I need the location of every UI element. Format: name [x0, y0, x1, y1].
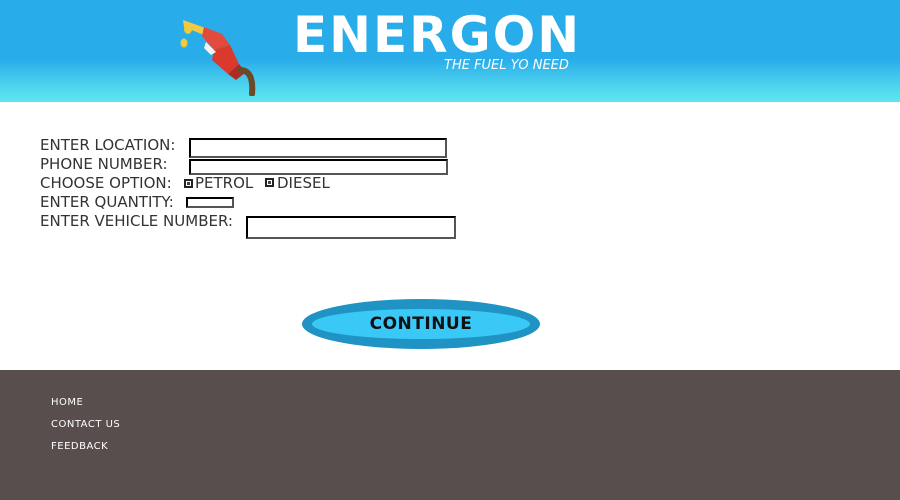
petrol-radio[interactable] — [184, 179, 193, 188]
site-tagline: THE FUEL YO NEED — [444, 58, 569, 73]
page: ENERGON THE FUEL YO NEED ENTER LOCATION:… — [0, 0, 900, 500]
footer-link-feedback[interactable]: FEEDBACK — [51, 441, 108, 452]
petrol-label: PETROL — [195, 174, 254, 192]
footer-link-contact-us[interactable]: CONTACT US — [51, 419, 120, 430]
phone-input[interactable] — [189, 159, 448, 175]
location-input[interactable] — [189, 138, 447, 158]
fuel-pump-nozzle-icon — [180, 20, 256, 96]
phone-label: PHONE NUMBER: — [40, 155, 168, 173]
quantity-label: ENTER QUANTITY: — [40, 193, 174, 211]
choose-option-label: CHOOSE OPTION: — [40, 174, 172, 192]
footer-link-home[interactable]: HOME — [51, 397, 83, 408]
site-header: ENERGON THE FUEL YO NEED — [0, 0, 900, 102]
continue-button-label: CONTINUE — [369, 314, 473, 334]
site-title: ENERGON — [293, 6, 582, 64]
diesel-label: DIESEL — [277, 174, 330, 192]
vehicle-number-input[interactable] — [246, 216, 456, 239]
location-label: ENTER LOCATION: — [40, 136, 176, 154]
quantity-input[interactable] — [186, 197, 234, 208]
continue-button[interactable]: CONTINUE — [302, 299, 540, 349]
site-footer: HOME CONTACT US FEEDBACK — [0, 370, 900, 500]
diesel-radio[interactable] — [265, 178, 274, 187]
vehicle-number-label: ENTER VEHICLE NUMBER: — [40, 212, 233, 230]
